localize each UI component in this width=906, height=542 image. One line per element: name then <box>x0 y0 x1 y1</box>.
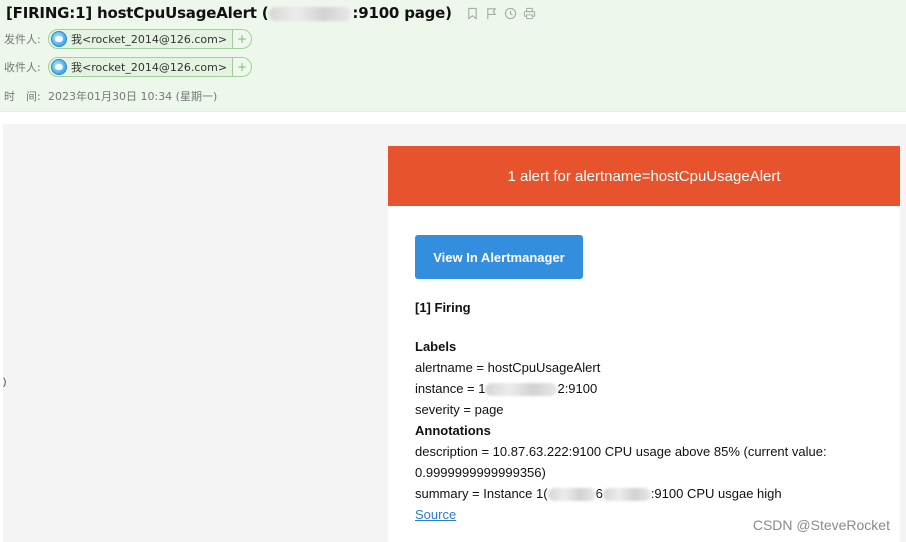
summary-prefix: summary = Instance 1( <box>415 486 548 501</box>
labels-heading: Labels <box>415 339 457 354</box>
mail-subject: [FIRING:1] hostCpuUsageAlert ( :9100 page… <box>6 4 452 22</box>
label-severity: severity = page <box>415 402 504 417</box>
label-instance: instance = 1 2:9100 <box>415 378 827 399</box>
alert-details: Labels alertname = hostCpuUsageAlert ins… <box>415 336 827 525</box>
instance-suffix: 2:9100 <box>557 381 598 396</box>
annotations-heading: Annotations <box>415 423 491 438</box>
summary-mid: 6 <box>595 486 603 501</box>
avatar-icon <box>51 31 67 47</box>
side-mark: ) <box>3 377 7 388</box>
firing-title: [1] Firing <box>415 300 471 315</box>
time-label: 时 间: <box>4 90 41 103</box>
add-contact-button[interactable]: + <box>233 29 253 49</box>
redacted-ip <box>485 383 558 397</box>
sender-label: 发件人: <box>4 33 41 46</box>
sender-chip[interactable]: 我<rocket_2014@126.com> <box>48 29 234 49</box>
recipient-chip[interactable]: 我<rocket_2014@126.com> <box>48 57 234 77</box>
subject-prefix: [FIRING:1] hostCpuUsageAlert ( <box>6 4 269 22</box>
sender-row: 发件人: 我<rocket_2014@126.com> + <box>4 28 253 50</box>
flag-icon[interactable] <box>485 6 499 20</box>
instance-prefix: instance = 1 <box>415 381 486 396</box>
banner-text: 1 alert for alertname=hostCpuUsageAlert <box>507 167 781 185</box>
print-icon[interactable] <box>523 6 537 20</box>
avatar-icon <box>51 59 67 75</box>
subject-row: [FIRING:1] hostCpuUsageAlert ( :9100 page… <box>6 3 537 23</box>
view-in-alertmanager-button[interactable]: View In Alertmanager <box>415 235 583 279</box>
recipient-label: 收件人: <box>4 61 41 74</box>
alert-card: 1 alert for alertname=hostCpuUsageAlert … <box>388 146 900 542</box>
annotation-description: description = 10.87.63.222:9100 CPU usag… <box>415 444 827 459</box>
annotation-description-cont: 0.9999999999999356) <box>415 465 546 480</box>
watermark: CSDN @SteveRocket <box>752 517 890 533</box>
redacted-ip <box>547 488 596 502</box>
time-row: 时 间: 2023年01月30日 10:34 (星期一) <box>4 85 217 107</box>
summary-suffix: :9100 CPU usgae high <box>650 486 782 501</box>
recipient-address: 我<rocket_2014@126.com> <box>71 61 228 74</box>
add-contact-button[interactable]: + <box>233 57 253 77</box>
subject-actions <box>466 6 537 20</box>
alert-banner: 1 alert for alertname=hostCpuUsageAlert <box>388 146 900 206</box>
redacted-ip <box>602 488 651 502</box>
sender-address: 我<rocket_2014@126.com> <box>71 33 228 46</box>
bookmark-icon[interactable] <box>466 6 480 20</box>
source-link[interactable]: Source <box>415 507 456 522</box>
recipient-row: 收件人: 我<rocket_2014@126.com> + <box>4 56 253 78</box>
subject-suffix: :9100 page) <box>352 4 452 22</box>
label-alertname: alertname = hostCpuUsageAlert <box>415 360 601 375</box>
mail-header: [FIRING:1] hostCpuUsageAlert ( :9100 page… <box>0 0 906 112</box>
clock-icon[interactable] <box>504 6 518 20</box>
redacted-host <box>269 6 352 21</box>
annotation-summary: summary = Instance 1( 6 :9100 CPU usgae hi… <box>415 483 827 504</box>
sent-time: 2023年01月30日 10:34 (星期一) <box>48 90 218 103</box>
